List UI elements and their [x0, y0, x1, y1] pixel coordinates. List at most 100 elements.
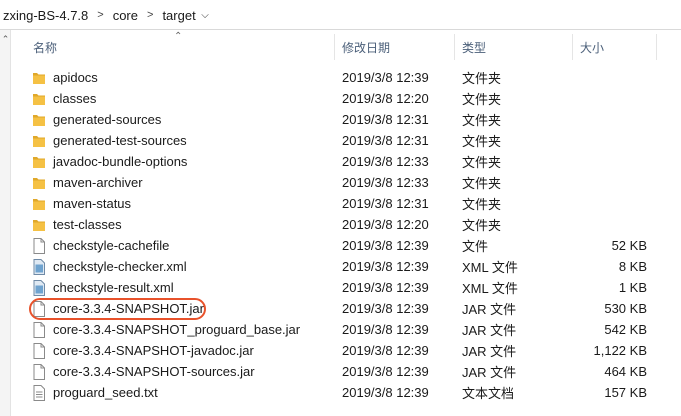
file-date: 2019/3/8 12:31	[342, 112, 429, 127]
breadcrumb-item-target[interactable]: target	[159, 8, 200, 23]
file-type: JAR 文件	[462, 323, 517, 338]
file-size	[572, 214, 647, 235]
file-date: 2019/3/8 12:39	[342, 301, 429, 316]
file-row[interactable]: proguard_seed.txt 2019/3/8 12:39 文本文档 157 K…	[11, 382, 681, 403]
file-row[interactable]: checkstyle-cachefile 2019/3/8 12:39 文件 52 K…	[11, 235, 681, 256]
file-name-cell[interactable]: maven-archiver	[32, 172, 332, 193]
file-row[interactable]: test-classes 2019/3/8 12:20 文件夹	[11, 214, 681, 235]
file-name-cell[interactable]: core-3.3.4-SNAPSHOT.jar	[32, 298, 332, 319]
column-header-name[interactable]: 名称 ⌃	[11, 30, 334, 64]
file-name-cell[interactable]: core-3.3.4-SNAPSHOT-javadoc.jar	[32, 340, 332, 361]
file-icon	[32, 237, 46, 254]
file-name: test-classes	[53, 217, 122, 232]
file-type: JAR 文件	[462, 302, 517, 317]
file-name-cell[interactable]: checkstyle-checker.xml	[32, 256, 332, 277]
file-size: 542 KB	[604, 322, 647, 337]
folder-icon	[32, 70, 46, 86]
scroll-up-arrow-icon[interactable]: ⌃	[0, 33, 11, 45]
file-row[interactable]: apidocs 2019/3/8 12:39 文件夹	[11, 67, 681, 88]
breadcrumb-item-core[interactable]: core	[110, 8, 143, 23]
folder-icon	[32, 196, 46, 212]
file-name: maven-archiver	[53, 175, 143, 190]
file-type: 文件夹	[462, 218, 502, 233]
file-type: XML 文件	[462, 260, 518, 275]
file-icon	[32, 363, 46, 380]
file-type: XML 文件	[462, 281, 518, 296]
file-name: checkstyle-checker.xml	[53, 259, 187, 274]
file-date: 2019/3/8 12:20	[342, 217, 429, 232]
file-name-cell[interactable]: maven-status	[32, 193, 332, 214]
file-name: generated-sources	[53, 112, 162, 127]
file-name-cell[interactable]: classes	[32, 88, 332, 109]
breadcrumb: zxing-BS-4.7.8 > core > target	[0, 0, 201, 30]
xml-file-icon	[32, 258, 46, 275]
vertical-scrollbar[interactable]: ⌃	[0, 30, 11, 416]
file-row[interactable]: classes 2019/3/8 12:20 文件夹	[11, 88, 681, 109]
chevron-down-icon[interactable]: ⌵	[197, 7, 213, 23]
file-name-cell[interactable]: javadoc-bundle-options	[32, 151, 332, 172]
file-date: 2019/3/8 12:31	[342, 196, 429, 211]
file-name: checkstyle-result.xml	[53, 280, 174, 295]
file-row[interactable]: generated-sources 2019/3/8 12:31 文件夹	[11, 109, 681, 130]
file-explorer-window: zxing-BS-4.7.8 > core > target ⌵ ⌃ 名称 ⌃ …	[0, 0, 681, 416]
file-name: apidocs	[53, 70, 98, 85]
chevron-right-icon[interactable]: >	[143, 9, 159, 21]
file-size	[572, 172, 647, 193]
chevron-right-icon[interactable]: >	[93, 9, 109, 21]
file-name-cell[interactable]: core-3.3.4-SNAPSHOT-sources.jar	[32, 361, 332, 382]
file-date: 2019/3/8 12:39	[342, 343, 429, 358]
file-size: 464 KB	[604, 364, 647, 379]
file-icon	[32, 321, 46, 338]
file-size: 52 KB	[611, 238, 647, 253]
column-header-size[interactable]: 大小	[572, 30, 656, 64]
file-name-cell[interactable]: checkstyle-cachefile	[32, 235, 332, 256]
column-header-date-label: 修改日期	[342, 40, 391, 55]
file-row[interactable]: core-3.3.4-SNAPSHOT-javadoc.jar 2019/3/8 …	[11, 340, 681, 361]
file-row[interactable]: maven-archiver 2019/3/8 12:33 文件夹	[11, 172, 681, 193]
file-row[interactable]: core-3.3.4-SNAPSHOT-sources.jar 2019/3/8 …	[11, 361, 681, 382]
file-name-cell[interactable]: proguard_seed.txt	[32, 382, 332, 403]
file-name-cell[interactable]: test-classes	[32, 214, 332, 235]
column-header-size-label: 大小	[580, 40, 605, 55]
folder-icon	[32, 112, 46, 128]
file-size	[572, 67, 647, 88]
column-header-date[interactable]: 修改日期	[334, 30, 454, 64]
file-name: core-3.3.4-SNAPSHOT-javadoc.jar	[53, 343, 254, 358]
file-row[interactable]: core-3.3.4-SNAPSHOT.jar 2019/3/8 12:39 JAR…	[11, 298, 681, 319]
file-name: checkstyle-cachefile	[53, 238, 170, 253]
file-name-cell[interactable]: generated-sources	[32, 109, 332, 130]
folder-icon	[32, 91, 46, 107]
file-type: 文件夹	[462, 155, 502, 170]
file-name-cell[interactable]: generated-test-sources	[32, 130, 332, 151]
file-date: 2019/3/8 12:39	[342, 259, 429, 274]
file-icon	[32, 300, 46, 317]
address-bar[interactable]: zxing-BS-4.7.8 > core > target ⌵	[0, 0, 681, 30]
file-name: proguard_seed.txt	[53, 385, 158, 400]
file-type: JAR 文件	[462, 365, 517, 380]
file-row[interactable]: checkstyle-checker.xml 2019/3/8 12:39 XML …	[11, 256, 681, 277]
column-divider[interactable]	[656, 34, 657, 60]
file-icon	[32, 342, 46, 359]
column-header-type[interactable]: 类型	[454, 30, 572, 64]
file-size: 1,122 KB	[593, 343, 648, 358]
file-name-cell[interactable]: checkstyle-result.xml	[32, 277, 332, 298]
file-row[interactable]: generated-test-sources 2019/3/8 12:31 文件夹	[11, 130, 681, 151]
file-name-cell[interactable]: apidocs	[32, 67, 332, 88]
file-row[interactable]: maven-status 2019/3/8 12:31 文件夹	[11, 193, 681, 214]
file-size: 8 KB	[618, 259, 647, 274]
breadcrumb-item-root[interactable]: zxing-BS-4.7.8	[0, 8, 93, 23]
file-type: 文件夹	[462, 92, 502, 107]
file-name-cell[interactable]: core-3.3.4-SNAPSHOT_proguard_base.jar	[32, 319, 332, 340]
file-size	[572, 151, 647, 172]
file-size	[572, 130, 647, 151]
file-date: 2019/3/8 12:39	[342, 70, 429, 85]
file-date: 2019/3/8 12:39	[342, 322, 429, 337]
file-row[interactable]: javadoc-bundle-options 2019/3/8 12:33 文件夹	[11, 151, 681, 172]
file-type: 文件夹	[462, 176, 502, 191]
file-date: 2019/3/8 12:39	[342, 364, 429, 379]
column-header-type-label: 类型	[462, 40, 487, 55]
file-name: javadoc-bundle-options	[53, 154, 188, 169]
file-type: JAR 文件	[462, 344, 517, 359]
file-row[interactable]: core-3.3.4-SNAPSHOT_proguard_base.jar 201…	[11, 319, 681, 340]
file-row[interactable]: checkstyle-result.xml 2019/3/8 12:39 XML 文…	[11, 277, 681, 298]
